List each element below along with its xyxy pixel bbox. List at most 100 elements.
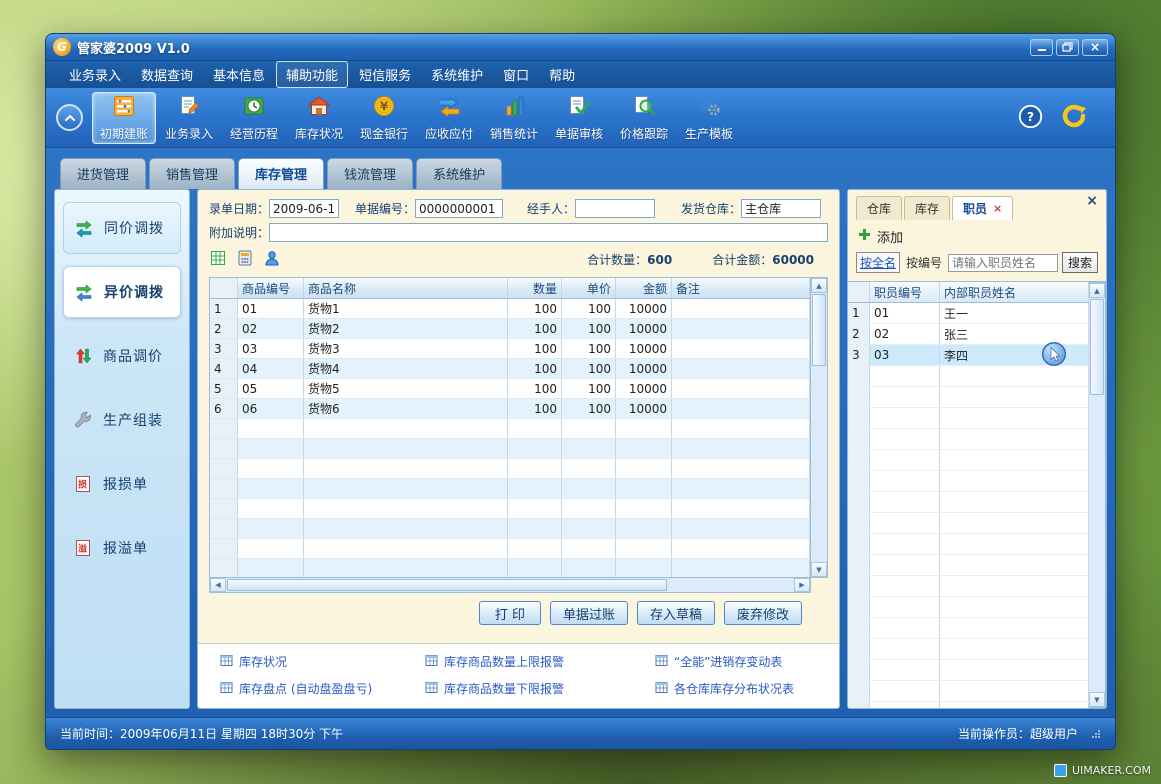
empty-row[interactable] bbox=[210, 419, 810, 439]
empty-row[interactable] bbox=[848, 471, 1089, 492]
post-voucher-button[interactable]: 单据过账 bbox=[550, 601, 628, 625]
scroll-down-icon[interactable]: ▼ bbox=[1089, 692, 1105, 707]
empty-row[interactable] bbox=[210, 479, 810, 499]
cell-name[interactable]: 货物3 bbox=[304, 339, 508, 358]
horizontal-scrollbar[interactable]: ◀ ▶ bbox=[209, 578, 811, 593]
scrollbar-thumb[interactable] bbox=[227, 579, 667, 591]
panel-vertical-scrollbar[interactable]: ▲ ▼ bbox=[1089, 282, 1106, 708]
cell-amount[interactable]: 10000 bbox=[616, 319, 672, 338]
empty-row[interactable] bbox=[210, 459, 810, 479]
discard-changes-button[interactable]: 废弃修改 bbox=[724, 601, 802, 625]
empty-row[interactable] bbox=[848, 702, 1089, 708]
grid-icon[interactable] bbox=[209, 249, 227, 270]
empty-row[interactable] bbox=[210, 499, 810, 519]
warehouse-input[interactable] bbox=[741, 199, 821, 218]
table-row[interactable]: 505货物510010010000 bbox=[210, 379, 810, 399]
toolbar-button-inventory-status[interactable]: 库存状况 bbox=[287, 92, 351, 144]
toolbar-button-production-template[interactable]: 生产模板 bbox=[677, 92, 741, 144]
scroll-left-icon[interactable]: ◀ bbox=[210, 578, 226, 592]
empty-row[interactable] bbox=[848, 618, 1089, 639]
table-row[interactable]: 303货物310010010000 bbox=[210, 339, 810, 359]
cell-price[interactable]: 100 bbox=[562, 299, 616, 318]
filter-by-code-button[interactable]: 按编号 bbox=[904, 253, 944, 272]
vertical-scrollbar[interactable]: ▲ ▼ bbox=[811, 277, 828, 578]
cell-code[interactable]: 02 bbox=[238, 319, 304, 338]
cell-price[interactable]: 100 bbox=[562, 319, 616, 338]
cell-note[interactable] bbox=[672, 379, 810, 398]
empty-row[interactable] bbox=[210, 439, 810, 459]
empty-row[interactable] bbox=[848, 450, 1089, 471]
table-row[interactable]: 101货物110010010000 bbox=[210, 299, 810, 319]
table-row[interactable]: 404货物410010010000 bbox=[210, 359, 810, 379]
cell-staff-code[interactable]: 03 bbox=[870, 345, 940, 365]
link-stocktake[interactable]: 库存盘点 (自动盘盈盘亏) bbox=[220, 680, 425, 697]
link-inventory-status[interactable]: 库存状况 bbox=[220, 653, 425, 670]
empty-row[interactable] bbox=[848, 387, 1089, 408]
link-warehouse-distribution[interactable]: 各仓库库存分布状况表 bbox=[655, 680, 825, 697]
menu-item-basic-info[interactable]: 基本信息 bbox=[204, 62, 274, 87]
save-draft-button[interactable]: 存入草稿 bbox=[637, 601, 715, 625]
filter-by-name-button[interactable]: 按全名 bbox=[856, 252, 900, 273]
add-staff-button[interactable]: 添加 bbox=[856, 220, 1098, 251]
empty-row[interactable] bbox=[848, 597, 1089, 618]
voucher-no-input[interactable] bbox=[415, 199, 503, 218]
table-row[interactable]: 101王一 bbox=[848, 303, 1089, 324]
help-icon[interactable]: ? bbox=[1018, 104, 1043, 132]
handler-input[interactable] bbox=[575, 199, 655, 218]
cell-staff-code[interactable]: 01 bbox=[870, 303, 940, 323]
cell-staff-code[interactable]: 02 bbox=[870, 324, 940, 344]
cell-qty[interactable]: 100 bbox=[508, 339, 562, 358]
cell-code[interactable]: 06 bbox=[238, 399, 304, 418]
menu-item-sms-service[interactable]: 短信服务 bbox=[350, 62, 420, 87]
empty-row[interactable] bbox=[848, 639, 1089, 660]
table-row[interactable]: 202货物210010010000 bbox=[210, 319, 810, 339]
tab-cashflow[interactable]: 钱流管理 bbox=[327, 158, 413, 189]
toolbar-button-price-tracking[interactable]: 价格跟踪 bbox=[612, 92, 676, 144]
cell-name[interactable]: 货物1 bbox=[304, 299, 508, 318]
cell-price[interactable]: 100 bbox=[562, 379, 616, 398]
empty-row[interactable] bbox=[848, 555, 1089, 576]
panel-close-icon[interactable]: × bbox=[1086, 194, 1098, 208]
toolbar-button-init-account[interactable]: 初期建账 bbox=[92, 92, 156, 144]
link-allround-change-report[interactable]: “全能”进销存变动表 bbox=[655, 653, 825, 670]
scroll-up-icon[interactable]: ▲ bbox=[1089, 283, 1105, 298]
cell-price[interactable]: 100 bbox=[562, 359, 616, 378]
empty-row[interactable] bbox=[848, 660, 1089, 681]
tab-purchase[interactable]: 进货管理 bbox=[60, 158, 146, 189]
table-row-selected[interactable]: 303李四 bbox=[848, 345, 1089, 366]
scroll-down-icon[interactable]: ▼ bbox=[811, 562, 827, 577]
cell-price[interactable]: 100 bbox=[562, 339, 616, 358]
scroll-right-icon[interactable]: ▶ bbox=[794, 578, 810, 592]
tab-close-icon[interactable]: × bbox=[993, 203, 1002, 214]
cell-note[interactable] bbox=[672, 339, 810, 358]
collapse-toolbar-button[interactable] bbox=[56, 104, 83, 131]
tab-sales[interactable]: 销售管理 bbox=[149, 158, 235, 189]
sidebar-item-same-price-transfer[interactable]: 同价调拨 bbox=[63, 202, 181, 254]
print-button[interactable]: 打 印 bbox=[479, 601, 541, 625]
menu-item-window[interactable]: 窗口 bbox=[494, 62, 538, 87]
cell-qty[interactable]: 100 bbox=[508, 359, 562, 378]
cell-name[interactable]: 货物4 bbox=[304, 359, 508, 378]
sidebar-item-overflow-report[interactable]: 溢 报溢单 bbox=[63, 522, 181, 574]
cell-note[interactable] bbox=[672, 319, 810, 338]
person-icon[interactable] bbox=[263, 249, 281, 270]
cell-price[interactable]: 100 bbox=[562, 399, 616, 418]
cell-staff-name[interactable]: 王一 bbox=[940, 303, 1089, 323]
memo-input[interactable] bbox=[269, 223, 828, 242]
empty-row[interactable] bbox=[210, 519, 810, 539]
calculator-icon[interactable] bbox=[236, 249, 254, 270]
toolbar-button-business-entry[interactable]: 业务录入 bbox=[157, 92, 221, 144]
cell-code[interactable]: 01 bbox=[238, 299, 304, 318]
cell-amount[interactable]: 10000 bbox=[616, 299, 672, 318]
link-qty-lower-alert[interactable]: 库存商品数量下限报警 bbox=[425, 680, 655, 697]
menu-item-business-entry[interactable]: 业务录入 bbox=[60, 62, 130, 87]
sidebar-item-price-adjust[interactable]: 商品调价 bbox=[63, 330, 181, 382]
cell-note[interactable] bbox=[672, 359, 810, 378]
sidebar-item-production-assembly[interactable]: 生产组装 bbox=[63, 394, 181, 446]
empty-row[interactable] bbox=[848, 408, 1089, 429]
menu-item-help[interactable]: 帮助 bbox=[540, 62, 584, 87]
tab-inventory[interactable]: 库存管理 bbox=[238, 158, 324, 189]
empty-row[interactable] bbox=[848, 513, 1089, 534]
toolbar-button-cash-bank[interactable]: ¥ 现金银行 bbox=[352, 92, 416, 144]
toolbar-button-voucher-audit[interactable]: 单据审核 bbox=[547, 92, 611, 144]
